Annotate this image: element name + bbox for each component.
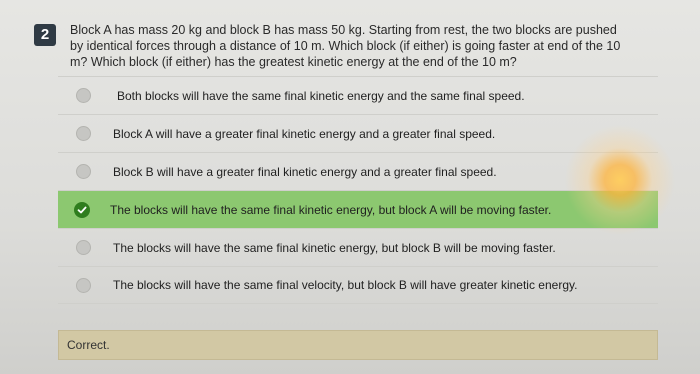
answer-option-label: Block A will have a greater final kineti… [113,126,496,141]
feedback-text: Correct. [67,338,110,352]
answer-option-label: The blocks will have the same final velo… [113,278,578,292]
answer-option-label: The blocks will have the same final kine… [110,202,552,217]
answer-option[interactable]: The blocks will have the same final velo… [58,266,658,304]
answer-option-label: The blocks will have the same final kine… [113,240,556,255]
radio-icon[interactable] [76,277,91,293]
question-number-badge: 2 [34,24,56,46]
answer-option[interactable]: The blocks will have the same final kine… [58,228,658,266]
answer-option[interactable]: Block A will have a greater final kineti… [58,114,658,152]
answer-option-selected[interactable]: The blocks will have the same final kine… [58,190,658,228]
question-text: Block A has mass 20 kg and block B has m… [70,23,621,69]
answer-option[interactable]: Block B will have a greater final kineti… [58,152,658,190]
radio-icon[interactable] [76,240,91,255]
answer-option[interactable]: Both blocks will have the same final kin… [58,76,658,114]
answer-option-label: Both blocks will have the same final kin… [117,88,525,103]
answer-option-label: Block B will have a greater final kineti… [113,164,497,179]
radio-icon[interactable] [76,126,91,141]
radio-icon[interactable] [76,164,91,179]
answer-options: Both blocks will have the same final kin… [58,76,658,304]
feedback-box: Correct. [58,330,658,360]
quiz-page: 2 Block A has mass 20 kg and block B has… [0,0,700,374]
checkmark-icon[interactable] [74,201,90,218]
radio-icon[interactable] [76,88,91,103]
